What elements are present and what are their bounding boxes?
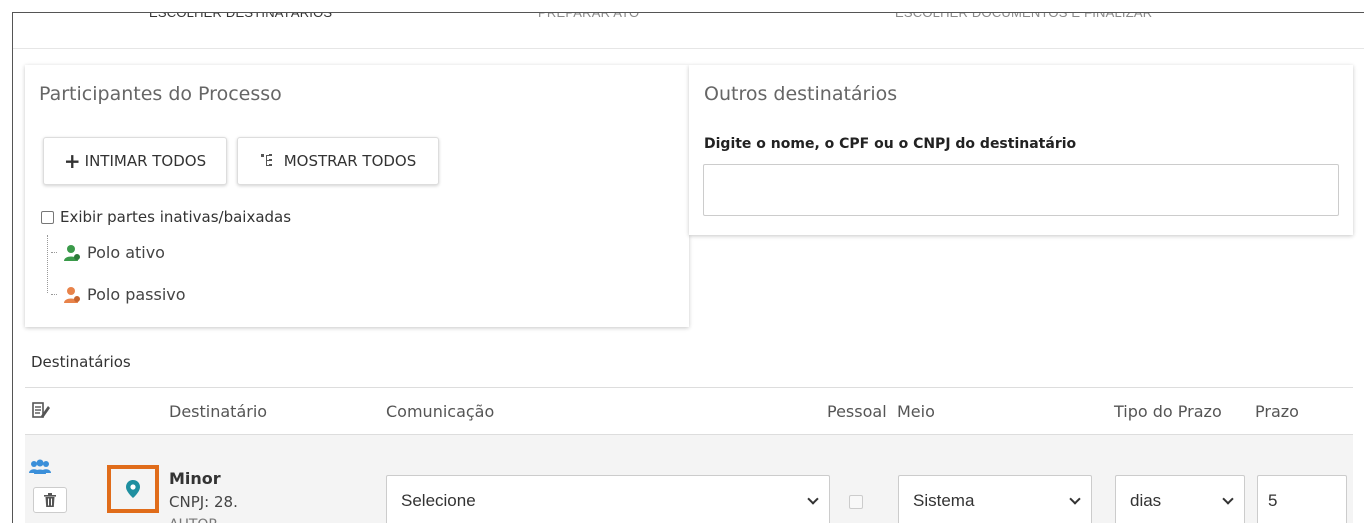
step-escolher-destinatarios[interactable]: Escolher destinatários [149, 13, 332, 20]
participants-title: Participantes do Processo [39, 83, 282, 105]
prazo-input[interactable]: 5 [1257, 475, 1347, 523]
chevron-down-icon [1222, 493, 1234, 505]
destinatarios-title: Destinatários [31, 353, 131, 371]
remove-recipient-button[interactable] [33, 487, 67, 513]
intimar-todos-label: INTIMAR TODOS [84, 152, 207, 170]
tipo-prazo-value: dias [1130, 491, 1162, 510]
chevron-down-icon [807, 493, 819, 505]
exibir-inativas-label[interactable]: Exibir partes inativas/baixadas [60, 208, 291, 226]
tree-item-polo-ativo[interactable]: Polo ativo [51, 243, 165, 262]
tree-dash [51, 252, 57, 253]
tree-icon [260, 152, 280, 170]
window-frame: Escolher destinatários Preparar ato Esco… [12, 12, 1364, 523]
users-icon [29, 459, 51, 482]
col-prazo: Prazo [1255, 402, 1299, 421]
comunicacao-select[interactable]: Selecione [386, 475, 830, 523]
recipients-table-header: Destinatário Comunicação Pessoal Meio Ti… [25, 387, 1353, 435]
col-meio: Meio [897, 402, 935, 421]
mostrar-todos-button[interactable]: MOSTRAR TODOS [237, 137, 439, 185]
user-green-icon [64, 244, 80, 261]
destinatario-search-input[interactable] [703, 164, 1339, 216]
col-destinatario: Destinatário [169, 402, 268, 421]
edit-list-icon [31, 400, 51, 424]
intimar-todos-button[interactable]: + INTIMAR TODOS [43, 137, 227, 185]
destinatario-search-label: Digite o nome, o CPF ou o CNPJ do destin… [704, 136, 1077, 152]
polo-passivo-label: Polo passivo [87, 285, 186, 304]
trash-icon [44, 493, 56, 507]
address-pin-button[interactable] [107, 465, 159, 513]
comunicacao-value: Selecione [401, 491, 476, 510]
outros-destinatarios-title: Outros destinatários [704, 83, 898, 105]
col-comunicacao: Comunicação [386, 402, 495, 421]
user-orange-icon [64, 286, 80, 303]
tree-dash [51, 294, 57, 295]
exibir-inativas-checkbox[interactable] [41, 210, 54, 224]
tree-item-polo-passivo[interactable]: Polo passivo [51, 285, 186, 304]
exibir-inativas-row: Exibir partes inativas/baixadas [41, 208, 291, 226]
recipient-role: AUTOR [169, 517, 218, 523]
step-escolher-documentos[interactable]: Escolher documentos e finalizar [895, 13, 1152, 20]
meio-value: Sistema [913, 491, 975, 510]
recipient-doc: CNPJ: 28. [169, 493, 238, 511]
col-tipo-prazo: Tipo do Prazo [1114, 402, 1222, 421]
mostrar-todos-label: MOSTRAR TODOS [283, 152, 417, 170]
pessoal-checkbox[interactable] [849, 495, 863, 509]
chevron-down-icon [1069, 493, 1081, 505]
participants-panel: Participantes do Processo + INTIMAR TODO… [25, 65, 689, 327]
outros-destinatarios-panel: Outros destinatários Digite o nome, o CP… [689, 65, 1353, 235]
wizard-steps: Escolher destinatários Preparar ato Esco… [13, 13, 1364, 49]
tree-connector [47, 235, 48, 293]
map-pin-icon [126, 480, 140, 498]
plus-icon: + [63, 149, 81, 173]
tipo-prazo-select[interactable]: dias [1115, 475, 1245, 523]
step-preparar-ato[interactable]: Preparar ato [538, 13, 639, 20]
prazo-value: 5 [1268, 491, 1278, 510]
meio-select[interactable]: Sistema [898, 475, 1092, 523]
table-row: Minor CNPJ: 28. AUTOR Selecione Sistema … [25, 435, 1353, 523]
col-pessoal: Pessoal [827, 402, 887, 421]
recipient-name: Minor [169, 469, 221, 488]
polo-ativo-label: Polo ativo [87, 243, 165, 262]
